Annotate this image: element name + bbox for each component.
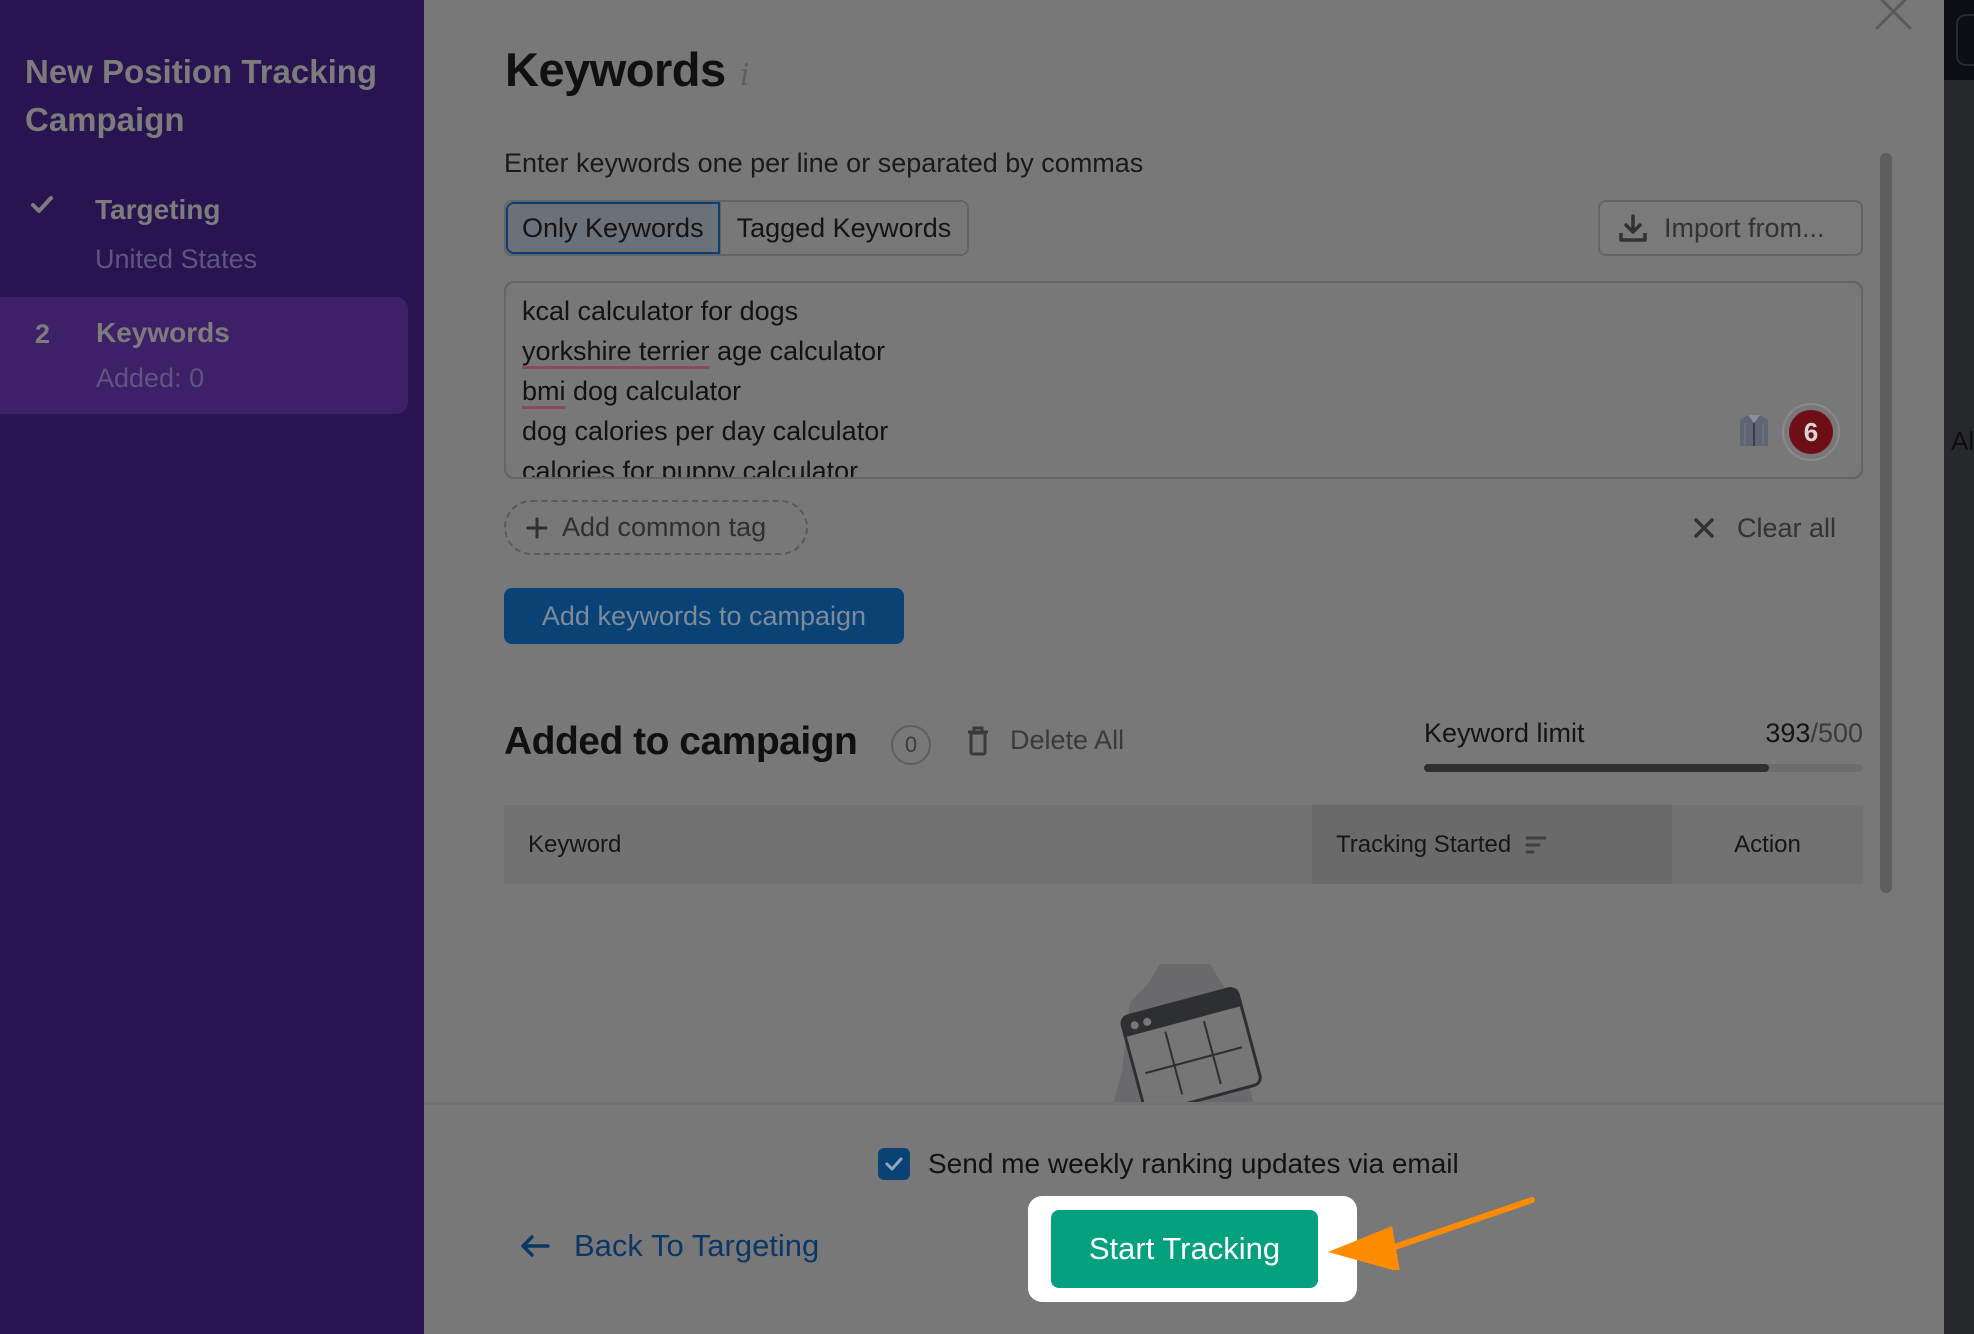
close-icon: [1875, 0, 1912, 30]
back-to-targeting-label: Back To Targeting: [574, 1228, 820, 1263]
close-icon: [1694, 518, 1714, 538]
check-icon: [30, 191, 60, 222]
page-title: Keywords: [505, 43, 726, 96]
badge-count: 6: [1789, 410, 1833, 454]
weekly-email-checkbox[interactable]: Send me weekly ranking updates via email: [878, 1148, 1459, 1180]
add-common-tag-button[interactable]: Add common tag: [504, 500, 808, 555]
added-count-badge: 0: [891, 725, 931, 765]
checkbox-checked[interactable]: [878, 1148, 910, 1180]
keyword-limit-bar-fill: [1424, 764, 1770, 772]
info-icon[interactable]: i: [740, 58, 750, 93]
plus-icon: [526, 517, 548, 538]
clear-all-button[interactable]: Clear all: [1693, 508, 1836, 548]
keyword-limit: Keyword limit 393/500: [1424, 716, 1863, 772]
tab-only-keywords[interactable]: Only Keywords: [506, 202, 720, 254]
misspelled-word: bmi: [522, 376, 566, 406]
step-targeting[interactable]: Targeting United States: [0, 186, 408, 286]
column-keyword[interactable]: Keyword: [504, 805, 1312, 884]
keyword-line-rest: age calculator: [709, 336, 886, 366]
check-icon: [885, 1157, 903, 1171]
add-common-tag-label: Add common tag: [562, 512, 767, 542]
import-button-label: Import from...: [1664, 212, 1825, 243]
keyword-line-rest: dog calculator: [565, 376, 742, 406]
download-icon: [1619, 214, 1647, 242]
clear-all-label: Clear all: [1737, 512, 1837, 543]
added-section-title: Added to campaign: [504, 720, 858, 763]
close-button[interactable]: [1872, 0, 1916, 34]
step-keywords[interactable]: 2 Keywords Added: 0: [0, 297, 408, 414]
start-tracking-button[interactable]: Start Tracking: [1051, 1210, 1318, 1288]
sort-icon: [1525, 836, 1547, 853]
keyword-line: calories for puppy calculator: [522, 456, 859, 479]
keyword-limit-used: 393: [1765, 718, 1811, 748]
added-keywords-table-header: Keyword Tracking Started Action: [504, 805, 1863, 884]
step-subtitle: Added: 0: [96, 363, 205, 393]
keyword-limit-bar: [1424, 764, 1863, 772]
step-subtitle: United States: [95, 244, 258, 274]
background-page: Al: [1944, 0, 1974, 1334]
step-label: Targeting: [95, 194, 221, 225]
instruction-text: Enter keywords one per line or separated…: [504, 148, 1144, 178]
empty-table-illustration: [1112, 964, 1262, 1107]
background-text: Al: [1951, 426, 1974, 456]
delete-all-button[interactable]: Delete All: [966, 725, 1124, 756]
keyword-limit-max: /500: [1810, 718, 1863, 748]
keyword-line: dog calories per day calculator: [522, 416, 889, 446]
column-tracking-started[interactable]: Tracking Started: [1312, 805, 1672, 884]
import-button[interactable]: Import from...: [1598, 200, 1863, 256]
background-button: [1956, 14, 1974, 66]
arrow-left-icon: [521, 1235, 550, 1257]
trash-icon: [968, 726, 988, 755]
keyword-line: bmi dog calculator: [522, 371, 888, 411]
step-number: 2: [35, 319, 51, 349]
tab-tagged-keywords[interactable]: Tagged Keywords: [719, 202, 968, 254]
back-to-targeting-link[interactable]: Back To Targeting: [520, 1228, 819, 1264]
keywords-textarea[interactable]: kcal calculator for dogs yorkshire terri…: [504, 281, 1863, 479]
weekly-email-label: Send me weekly ranking updates via email: [928, 1148, 1459, 1179]
extension-count-badge[interactable]: 6: [1782, 403, 1840, 461]
column-tracking-started-label: Tracking Started: [1336, 830, 1512, 858]
step-label: Keywords: [96, 317, 230, 348]
keyword-mode-tabs: Only Keywords Tagged Keywords: [504, 200, 970, 256]
wizard-title: New Position Tracking Campaign: [25, 53, 378, 138]
add-keywords-button[interactable]: Add keywords to campaign: [504, 588, 904, 644]
keyword-line: kcal calculator for dogs: [522, 296, 799, 326]
modal-scrollbar[interactable]: [1880, 153, 1892, 893]
keyword-limit-value: 393/500: [1765, 718, 1863, 749]
misspelled-word: yorkshire terrier: [522, 336, 710, 366]
delete-all-label: Delete All: [1010, 725, 1125, 755]
background-topbar: [1944, 0, 1974, 80]
keyword-line: yorkshire terrier age calculator: [522, 331, 888, 371]
keyword-limit-label: Keyword limit: [1424, 718, 1585, 748]
shirt-icon[interactable]: [1738, 413, 1770, 447]
column-action: Action: [1734, 830, 1801, 858]
annotation-arrow-icon: [1328, 1197, 1535, 1270]
wizard-sidebar: New Position Tracking Campaign Targeting…: [0, 0, 424, 1334]
